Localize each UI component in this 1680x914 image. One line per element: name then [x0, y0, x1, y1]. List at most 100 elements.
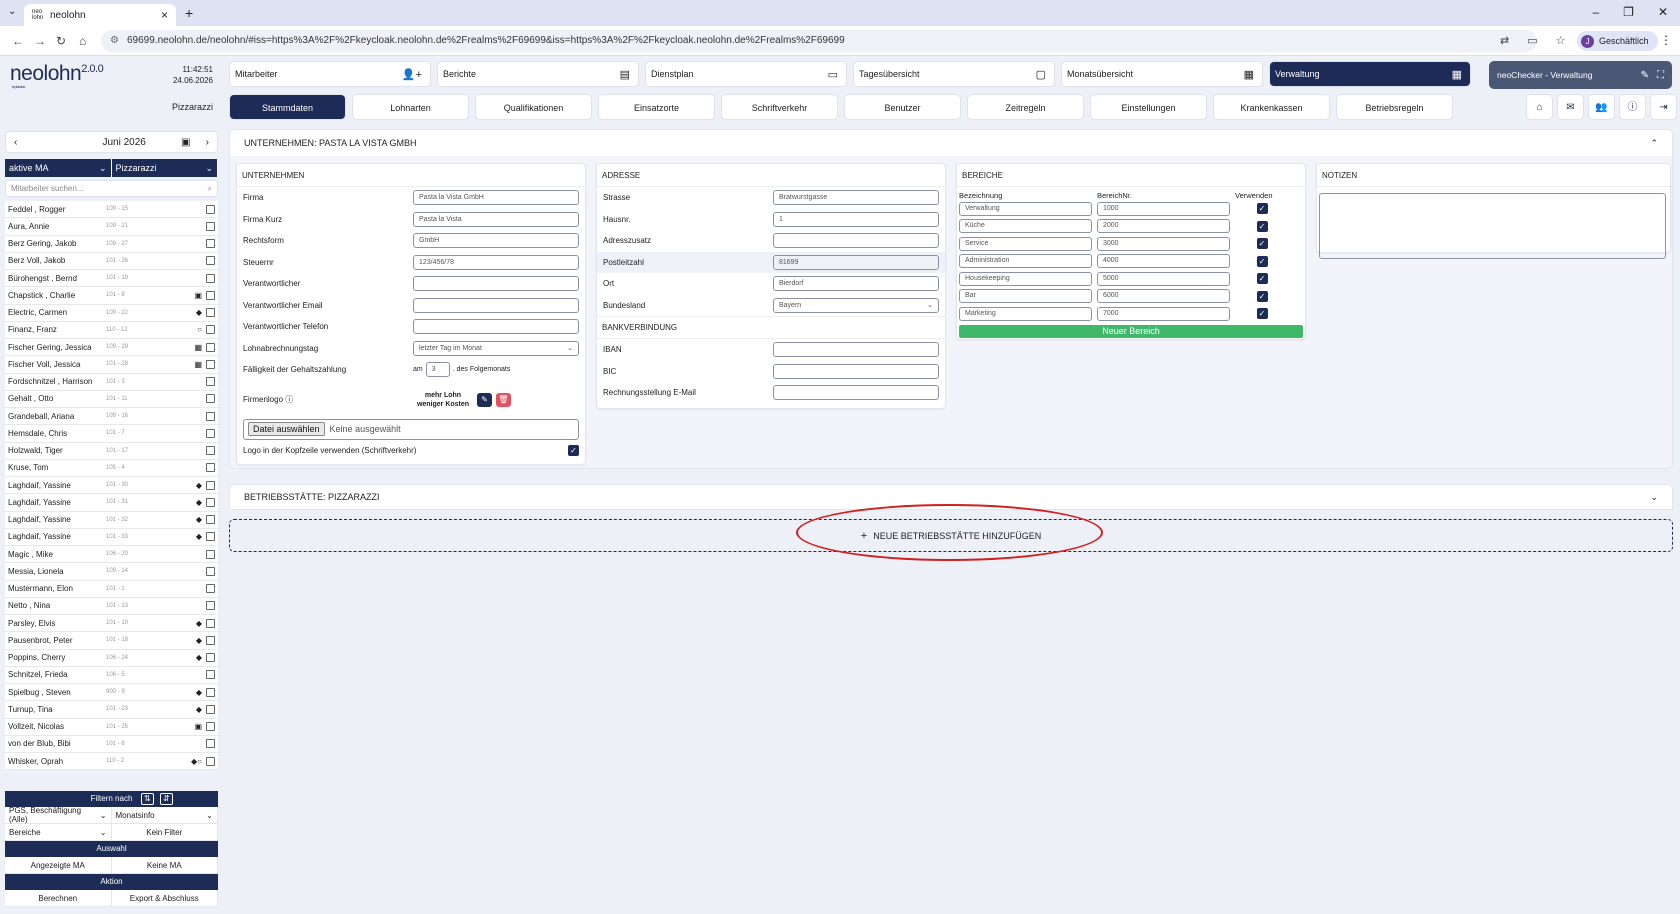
- nav-verwaltung[interactable]: Verwaltung ▦: [1269, 61, 1471, 87]
- info-icon[interactable]: ⓘ: [1619, 94, 1646, 120]
- minimize-icon[interactable]: –: [1592, 5, 1599, 19]
- edit-logo-icon[interactable]: ✎: [477, 392, 492, 407]
- bereich-nr-input[interactable]: 7000: [1097, 306, 1230, 321]
- field-input[interactable]: [773, 385, 939, 401]
- pgs-select[interactable]: PGS, Beschäftigung (Alle) ⌄: [5, 806, 112, 824]
- chevron-down-icon[interactable]: ⌄: [1650, 492, 1658, 503]
- employee-row[interactable]: Chapstick , Charlie 101 - 8 ▣: [5, 287, 218, 305]
- employee-row[interactable]: Electric, Carmen 109 - 22 ◆: [5, 305, 218, 322]
- monatsinfo-select[interactable]: Monatsinfo ⌄: [112, 807, 218, 824]
- employee-checkbox[interactable]: [206, 480, 215, 490]
- tab-stammdaten[interactable]: Stammdaten: [229, 94, 346, 120]
- tab-einstellungen[interactable]: Einstellungen: [1090, 94, 1207, 120]
- employee-row[interactable]: Laghdaif, Yassine 101 - 32 ◆: [5, 512, 218, 529]
- employee-row[interactable]: Parsley, Elvis 101 - 10 ◆: [5, 615, 218, 633]
- employee-checkbox[interactable]: [206, 635, 215, 645]
- employee-checkbox[interactable]: [206, 256, 215, 266]
- employee-checkbox[interactable]: [206, 756, 215, 766]
- cast-icon[interactable]: ▭: [1527, 34, 1537, 47]
- nav-berichte[interactable]: Berichte ▤: [437, 61, 639, 87]
- employee-checkbox[interactable]: [206, 722, 215, 732]
- profile-button[interactable]: J Geschäftlich: [1577, 31, 1658, 51]
- employee-row[interactable]: Schnitzel, Frieda 106 - 5: [5, 667, 218, 684]
- sort-icon[interactable]: ⇅: [141, 793, 154, 806]
- users-icon[interactable]: 👥: [1588, 94, 1615, 120]
- status-select[interactable]: aktive MA ⌄: [5, 159, 112, 177]
- employee-checkbox[interactable]: [206, 670, 215, 680]
- bookmark-star-icon[interactable]: ☆: [1556, 34, 1566, 47]
- employee-checkbox[interactable]: [206, 653, 215, 663]
- export-button[interactable]: Export & Abschluss: [112, 890, 218, 907]
- add-betriebsstaette-button[interactable]: + NEUE BETRIEBSSTÄTTE HINZUFÜGEN: [229, 504, 1673, 561]
- bereich-nr-input[interactable]: 6000: [1097, 289, 1230, 304]
- employee-checkbox[interactable]: [206, 549, 215, 559]
- employee-checkbox[interactable]: [206, 204, 215, 214]
- bereich-name-input[interactable]: Administration: [959, 254, 1092, 269]
- notes-textarea[interactable]: [1319, 193, 1666, 259]
- employee-row[interactable]: Feddel , Rogger 109 - 15: [5, 201, 218, 219]
- verwenden-checkbox[interactable]: ✓: [1256, 290, 1268, 302]
- employee-checkbox[interactable]: [206, 618, 215, 628]
- forward-icon[interactable]: →: [34, 34, 46, 48]
- tab-search-icon[interactable]: ⌄: [8, 6, 16, 17]
- employee-row[interactable]: Spielbug , Steven 900 - 9 ◆: [5, 684, 218, 702]
- keine-ma-button[interactable]: Keine MA: [112, 857, 218, 874]
- bereich-name-input[interactable]: Marketing: [959, 306, 1092, 321]
- employee-row[interactable]: Berz Gering, Jakob 109 - 27: [5, 236, 218, 253]
- field-input[interactable]: [773, 363, 939, 379]
- employee-search-input[interactable]: Mitarbeiter suchen... ⌕: [5, 180, 218, 197]
- employee-row[interactable]: Netto , Nina 101 - 13: [5, 598, 218, 615]
- field-input[interactable]: [773, 233, 939, 249]
- employee-checkbox[interactable]: [206, 463, 215, 473]
- employee-row[interactable]: Laghdaif, Yassine 101 - 31 ◆: [5, 494, 218, 512]
- employee-row[interactable]: Whisker, Oprah 110 - 2 ◆○: [5, 753, 218, 771]
- logo-header-checkbox[interactable]: ✓: [568, 444, 579, 456]
- bereich-nr-input[interactable]: 4000: [1097, 254, 1230, 269]
- employee-row[interactable]: Aura, Annie 109 - 21: [5, 218, 218, 236]
- employee-checkbox[interactable]: [206, 273, 215, 283]
- bereich-name-input[interactable]: Küche: [959, 219, 1092, 234]
- angezeigte-ma-button[interactable]: Angezeigte MA: [5, 857, 112, 874]
- bereiche-select[interactable]: Bereiche ⌄: [5, 824, 112, 841]
- field-input[interactable]: [773, 342, 939, 358]
- restore-icon[interactable]: ❐: [1623, 5, 1634, 19]
- bereich-name-input[interactable]: Housekeeping: [959, 271, 1092, 286]
- bereich-name-input[interactable]: Verwaltung: [959, 201, 1092, 216]
- employee-checkbox[interactable]: [206, 739, 215, 749]
- chevron-left-icon[interactable]: ‹: [14, 137, 17, 148]
- employee-checkbox[interactable]: [206, 342, 215, 352]
- close-tab-icon[interactable]: ×: [161, 8, 168, 22]
- employee-checkbox[interactable]: [206, 532, 215, 542]
- company-select[interactable]: Pizzarazzi ⌄: [111, 159, 218, 177]
- employee-checkbox[interactable]: [206, 359, 215, 369]
- bereich-nr-input[interactable]: 2000: [1097, 219, 1230, 234]
- employee-row[interactable]: Kruse, Tom 105 - 4: [5, 460, 218, 477]
- employee-row[interactable]: Holzwald, Tiger 101 - 17: [5, 443, 218, 460]
- bereich-nr-input[interactable]: 5000: [1097, 271, 1230, 286]
- verwenden-checkbox[interactable]: ✓: [1256, 308, 1268, 320]
- employee-checkbox[interactable]: [206, 428, 215, 438]
- field-input[interactable]: 1: [773, 211, 939, 227]
- new-tab-icon[interactable]: +: [185, 5, 193, 21]
- employee-checkbox[interactable]: [206, 704, 215, 714]
- url-field[interactable]: ⚙ 69699.neolohn.de/neolohn/#iss=https%3A…: [101, 30, 1537, 52]
- bereich-name-input[interactable]: Bar: [959, 289, 1092, 304]
- field-input[interactable]: Pasta la Vista: [413, 211, 579, 227]
- tab-einsatzorte[interactable]: Einsatzorte: [598, 94, 715, 120]
- employee-checkbox[interactable]: [206, 601, 215, 611]
- verwenden-checkbox[interactable]: ✓: [1256, 220, 1268, 232]
- nav-monatsuebersicht[interactable]: Monatsübersicht ▦: [1061, 61, 1263, 87]
- employee-checkbox[interactable]: [206, 377, 215, 387]
- tab-lohnarten[interactable]: Lohnarten: [352, 94, 469, 120]
- info-icon[interactable]: ⓘ: [285, 395, 293, 404]
- translate-icon[interactable]: ⇄: [1500, 34, 1509, 47]
- bereich-nr-input[interactable]: 3000: [1097, 236, 1230, 251]
- field-input[interactable]: [413, 319, 579, 335]
- verwenden-checkbox[interactable]: ✓: [1256, 273, 1268, 285]
- employee-row[interactable]: Magic , Mike 106 - 20: [5, 546, 218, 564]
- field-input[interactable]: 81699: [773, 254, 939, 270]
- field-input[interactable]: Bayern ⌄: [773, 297, 939, 313]
- tab-zeitregeln[interactable]: Zeitregeln: [967, 94, 1084, 120]
- tab-krankenkassen[interactable]: Krankenkassen: [1213, 94, 1330, 120]
- field-input[interactable]: GmbH: [413, 233, 579, 249]
